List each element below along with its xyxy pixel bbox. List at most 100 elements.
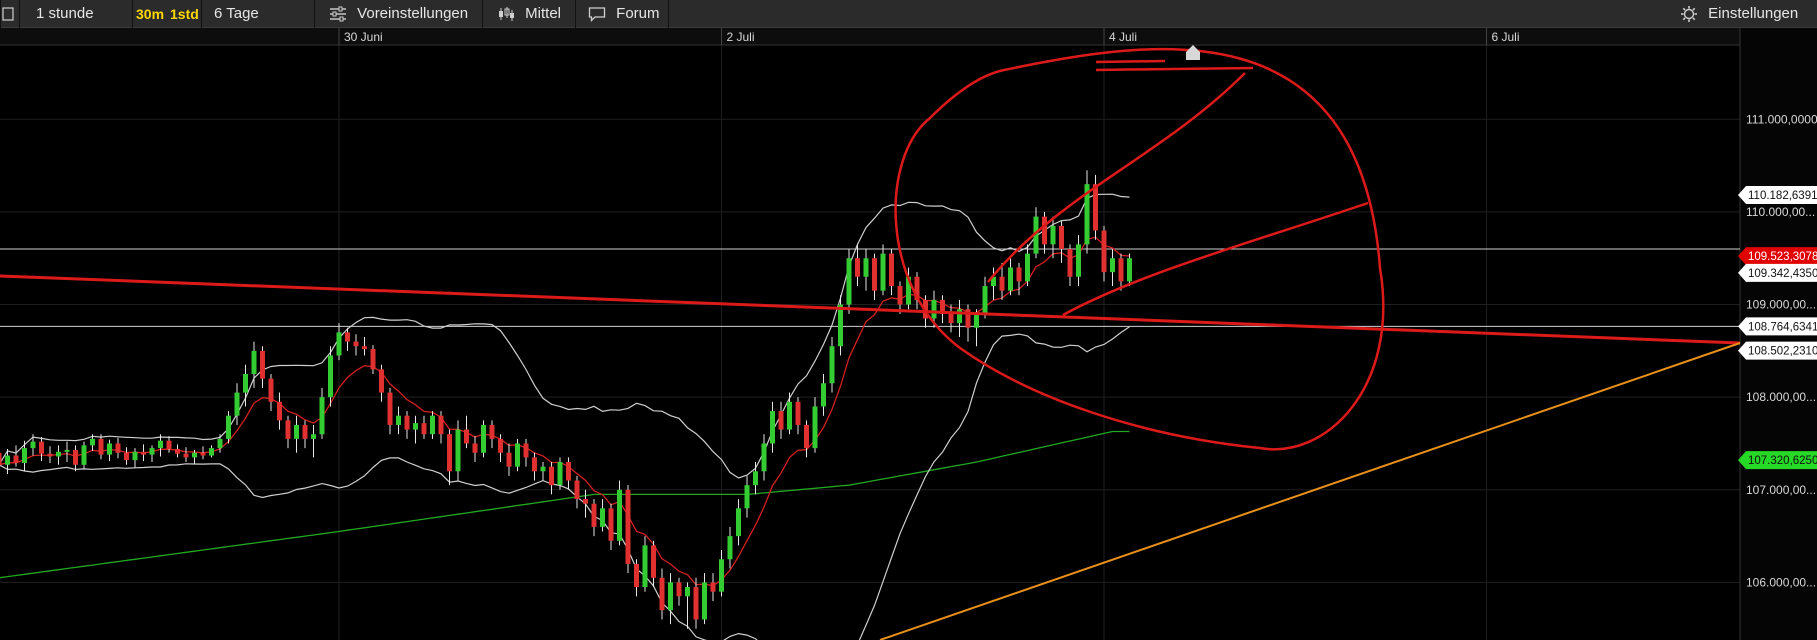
candle-body <box>73 449 78 465</box>
range-label: 6 Tage <box>214 5 259 22</box>
candle-body <box>642 545 648 588</box>
x-tick-label: 6 Juli <box>1492 30 1520 44</box>
candle-body <box>345 332 350 342</box>
x-tick-label: 4 Juli <box>1109 30 1137 44</box>
candle-body <box>13 455 19 463</box>
candle-body <box>948 313 954 324</box>
candle-body <box>22 448 27 463</box>
y-tick-label: 110.000,00... <box>1746 205 1815 219</box>
candle-body <box>795 401 801 425</box>
candle-body <box>5 455 10 465</box>
y-tick-label: 108.000,00... <box>1746 390 1816 404</box>
red-top-stroke <box>1095 59 1166 64</box>
candle-body <box>829 346 835 384</box>
candle-body <box>217 438 223 449</box>
candle-body <box>209 448 214 456</box>
speech-bubble-icon <box>588 7 606 23</box>
candle-body <box>234 392 240 416</box>
presets-button[interactable]: Voreinstellungen <box>315 0 482 28</box>
candle-body <box>175 449 180 454</box>
candle-body <box>489 424 495 439</box>
candle-body <box>574 480 580 500</box>
candle <box>617 480 622 546</box>
candle-body <box>47 453 53 457</box>
candle <box>81 441 87 469</box>
candle-body <box>166 440 172 450</box>
candle-body <box>1042 216 1047 245</box>
candle-body <box>319 397 325 435</box>
candle-body <box>1059 225 1064 249</box>
candle-body <box>846 258 852 305</box>
candle-body <box>336 332 342 356</box>
interval-1std-button[interactable]: 1std <box>167 3 202 25</box>
price-tag: 109.523,3078 <box>1738 247 1817 266</box>
candle-body <box>149 448 155 455</box>
candle-body <box>957 309 962 324</box>
candle-body <box>812 406 818 449</box>
candle-body <box>897 286 903 305</box>
candle-body <box>1110 258 1115 273</box>
candlestick-icon <box>499 7 514 22</box>
y-tick-label: 107.000,00... <box>1746 483 1816 497</box>
candle-body <box>64 449 70 452</box>
candle-body <box>719 559 724 592</box>
candle <box>515 438 520 472</box>
candle <box>226 411 231 444</box>
candle-body <box>778 411 784 430</box>
candle-body <box>685 587 690 597</box>
candle-body <box>668 582 673 611</box>
candle-body <box>39 441 44 454</box>
interval-30m-button[interactable]: 30m <box>133 3 167 25</box>
candle <box>846 248 852 314</box>
candle-body <box>200 452 206 456</box>
price-chart[interactable]: 30 Juni 2 Juli 4 Juli 6 Juli 111.000,0000 11… <box>0 28 1817 640</box>
candle-body <box>863 258 869 277</box>
candle-body <box>583 499 588 504</box>
candle-body <box>625 489 631 564</box>
candle-body <box>107 443 112 455</box>
forum-button[interactable]: Forum <box>576 0 668 28</box>
candle-body <box>192 452 197 458</box>
candle-body <box>523 443 529 458</box>
candle-body <box>566 462 571 481</box>
y-tick-label: 111.000,0000 <box>1746 112 1817 126</box>
candle-body <box>294 424 299 439</box>
candle-body <box>710 582 716 592</box>
candle-body <box>651 545 656 578</box>
gear-icon <box>1681 6 1697 23</box>
candle-body <box>540 466 546 472</box>
candle-body <box>430 415 435 435</box>
candle-body <box>1093 184 1098 231</box>
interval-label: 1 stunde <box>36 5 94 22</box>
range-dropdown[interactable]: 6 Tage <box>202 0 314 28</box>
candle-body <box>260 350 265 379</box>
candle-body <box>370 349 376 370</box>
price-tag-label: 109.523,3078 <box>1748 251 1817 263</box>
candle-body <box>770 411 775 444</box>
candle-body <box>787 401 792 430</box>
candle-body <box>617 489 622 541</box>
candle-body <box>251 350 257 375</box>
candle-body <box>1025 253 1030 282</box>
candle-body <box>931 299 937 319</box>
settings-label: Einstellungen <box>1708 5 1799 22</box>
candle-body <box>81 445 87 465</box>
x-tick-label: 30 Juni <box>344 30 383 44</box>
price-tag-label: 108.502,2310 <box>1748 346 1817 358</box>
grid-icon[interactable] <box>2 0 20 28</box>
price-tag-label: 109.342,4350 <box>1748 268 1817 280</box>
candle-body <box>608 508 614 541</box>
settings-button[interactable]: Einstellungen <box>1680 0 1817 28</box>
indicator-button[interactable]: Mittel <box>483 0 575 28</box>
candle-body <box>455 429 461 472</box>
candle-body <box>1076 244 1081 277</box>
candle-body <box>821 383 826 407</box>
candle-body <box>353 341 359 347</box>
candle-body <box>268 378 274 402</box>
candle-body <box>387 392 393 425</box>
candle-body <box>515 443 520 467</box>
interval-dropdown[interactable]: 1 stunde <box>20 0 132 28</box>
candle-body <box>872 258 877 291</box>
price-tag: 110.182,6391 <box>1738 185 1817 204</box>
price-tag-label: 110.182,6391 <box>1748 190 1817 202</box>
